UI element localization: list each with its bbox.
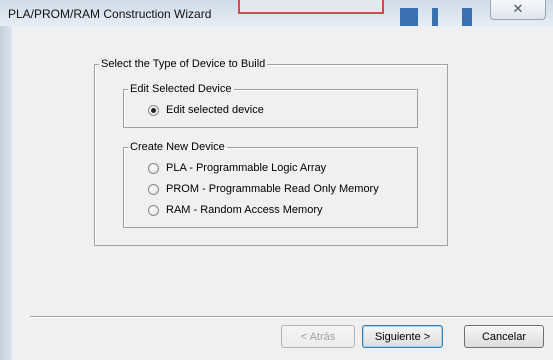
- radio-unchecked-icon: [148, 183, 159, 195]
- device-type-group-legend: Select the Type of Device to Build: [101, 58, 266, 70]
- prom-radio[interactable]: PROM - Programmable Read Only Memory: [148, 182, 379, 196]
- window-left-border: [0, 26, 12, 360]
- back-button[interactable]: < Atrás: [281, 325, 355, 348]
- prom-label: PROM - Programmable Read Only Memory: [166, 183, 379, 195]
- ram-radio[interactable]: RAM - Random Access Memory: [148, 203, 322, 217]
- ram-label: RAM - Random Access Memory: [166, 204, 323, 216]
- pla-label: PLA - Programmable Logic Array: [166, 162, 327, 174]
- edit-selected-device-label: Edit selected device: [166, 104, 264, 116]
- window-titlebar[interactable]: PLA/PROM/RAM Construction Wizard ✕: [0, 0, 553, 26]
- close-icon: ✕: [512, 1, 524, 16]
- cancel-button[interactable]: Cancelar: [464, 325, 544, 348]
- edit-selected-device-radio[interactable]: Edit selected device: [148, 103, 264, 117]
- window-title: PLA/PROM/RAM Construction Wizard: [8, 7, 212, 21]
- close-button[interactable]: ✕: [490, 0, 546, 20]
- radio-unchecked-icon: [148, 204, 159, 216]
- pla-radio[interactable]: PLA - Programmable Logic Array: [148, 161, 326, 175]
- edit-device-group-legend: Edit Selected Device: [130, 83, 232, 95]
- button-area-divider: [30, 316, 553, 318]
- radio-unchecked-icon: [148, 162, 159, 174]
- create-device-group-legend: Create New Device: [130, 141, 225, 153]
- next-button[interactable]: Siguiente >: [362, 325, 443, 348]
- radio-checked-icon: [148, 104, 159, 116]
